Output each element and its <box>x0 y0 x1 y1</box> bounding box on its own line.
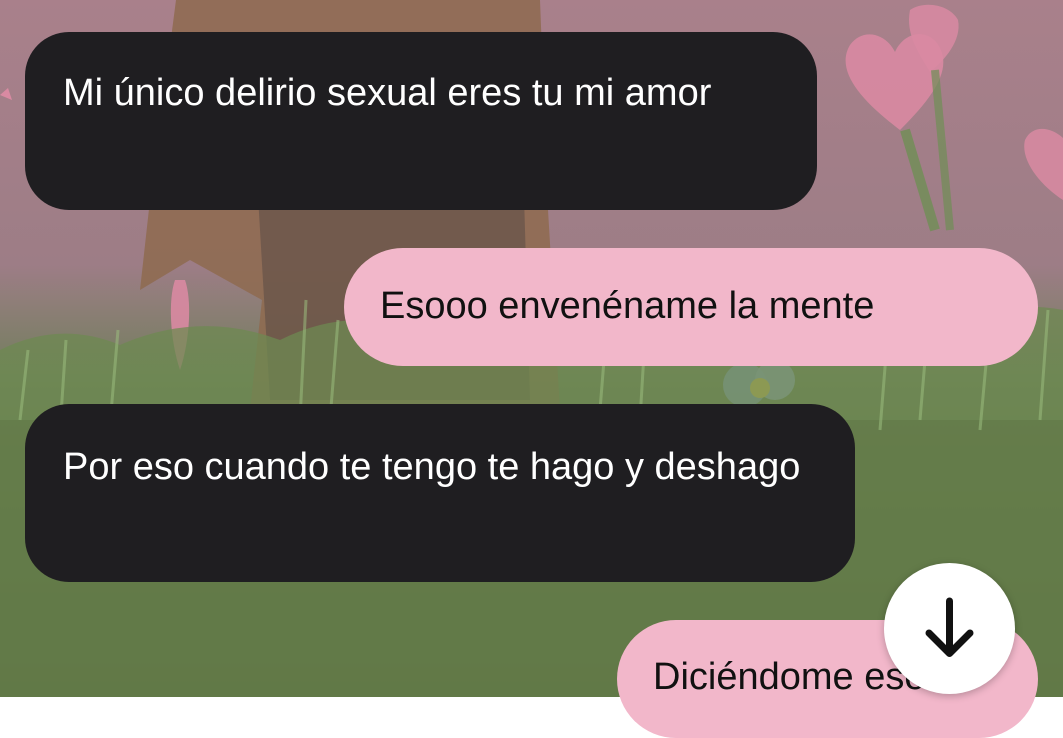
scroll-to-bottom-button[interactable] <box>884 563 1015 694</box>
message-text: Mi único delirio sexual eres tu mi amor <box>63 72 712 114</box>
message-thread: Mi único delirio sexual eres tu mi amor … <box>0 0 1063 738</box>
received-message-bubble[interactable]: Por eso cuando te tengo te hago y deshag… <box>25 404 855 582</box>
sent-message-bubble[interactable]: Esooo envenéname la mente <box>344 248 1038 366</box>
message-text: Esooo envenéname la mente <box>380 285 875 327</box>
message-text: Por eso cuando te tengo te hago y deshag… <box>63 446 801 488</box>
arrow-down-icon <box>925 597 974 657</box>
received-message-bubble[interactable]: Mi único delirio sexual eres tu mi amor <box>25 32 817 210</box>
message-text: Diciéndome eso <box>653 656 926 698</box>
